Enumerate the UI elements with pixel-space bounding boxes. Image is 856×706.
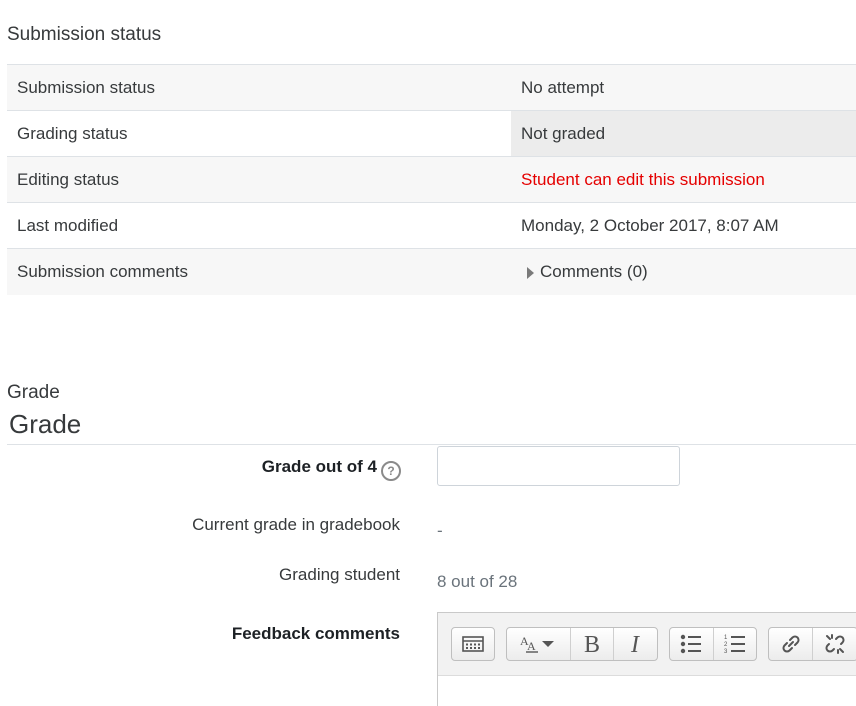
grade-title: Grade <box>9 409 82 439</box>
last-modified-value: Monday, 2 October 2017, 8:07 AM <box>511 202 856 249</box>
link-icon <box>781 635 800 653</box>
submission-comments-label: Submission comments <box>7 248 511 295</box>
grade-input[interactable] <box>437 446 680 486</box>
comments-toggle-link[interactable]: Comments (0) <box>521 262 648 281</box>
table-row: Submission comments Comments (0) <box>7 248 856 295</box>
current-grade-label: Current grade in gradebook <box>192 515 400 534</box>
submission-status-label: Submission status <box>7 64 511 111</box>
svg-text:2: 2 <box>724 642 728 648</box>
submission-status-table: Submission status No attempt Grading sta… <box>7 64 856 295</box>
grade-out-of-label: Grade out of 4 <box>261 457 377 476</box>
grading-student-value: 8 out of 28 <box>437 572 518 591</box>
submission-status-value: No attempt <box>511 64 856 111</box>
font-style-icon: A A <box>520 634 555 653</box>
link-button[interactable] <box>769 628 813 660</box>
grading-status-value: Not graded <box>511 110 856 157</box>
unlink-button[interactable] <box>813 628 856 660</box>
grade-out-of-label-row: Grade out of 4? <box>262 457 401 481</box>
editing-status-value: Student can edit this submission <box>511 156 856 203</box>
toolbar-group <box>451 627 495 661</box>
editing-status-label: Editing status <box>7 156 511 203</box>
last-modified-label: Last modified <box>7 202 511 249</box>
table-row: Grading status Not graded <box>7 110 856 157</box>
toolbar-toggle-icon <box>462 636 484 652</box>
current-grade-value: - <box>437 521 443 540</box>
svg-text:B: B <box>584 632 600 656</box>
unlink-icon <box>824 634 845 654</box>
svg-text:A: A <box>527 639 536 653</box>
submission-comments-cell: Comments (0) <box>511 248 856 295</box>
comments-toggle-label: Comments (0) <box>540 261 648 281</box>
editor-toolbar: A A B I 1 2 3 <box>438 613 856 676</box>
italic-icon: I <box>630 632 640 656</box>
svg-text:I: I <box>630 632 640 656</box>
grading-status-label: Grading status <box>7 110 511 157</box>
feedback-comments-label: Feedback comments <box>231 624 400 643</box>
grade-legend: Grade <box>7 382 60 403</box>
table-row: Submission status No attempt <box>7 64 856 111</box>
italic-button[interactable]: I <box>614 628 657 660</box>
font-style-button[interactable]: A A <box>507 628 571 660</box>
unordered-list-icon <box>681 634 702 654</box>
feedback-editor: A A B I 1 2 3 <box>437 612 856 706</box>
bold-icon: B <box>584 632 600 656</box>
submission-status-heading: Submission status <box>7 24 162 45</box>
svg-text:3: 3 <box>724 649 728 655</box>
grading-student-label: Grading student <box>279 565 400 584</box>
svg-text:1: 1 <box>724 635 728 641</box>
editor-content-area[interactable] <box>438 676 856 706</box>
toolbar-group: A A B I <box>506 627 658 661</box>
bold-button[interactable]: B <box>571 628 615 660</box>
caret-right-icon <box>527 266 534 279</box>
unordered-list-button[interactable] <box>670 628 714 660</box>
table-row: Last modified Monday, 2 October 2017, 8:… <box>7 202 856 249</box>
ordered-list-icon: 1 2 3 <box>724 635 745 655</box>
ordered-list-button[interactable]: 1 2 3 <box>714 628 757 660</box>
table-row: Editing status Student can edit this sub… <box>7 156 856 203</box>
toolbar-group <box>768 627 856 661</box>
toolbar-toggle-button[interactable] <box>452 628 494 660</box>
toolbar-group: 1 2 3 <box>669 627 757 661</box>
divider <box>7 444 856 445</box>
page: Submission status Submission status No a… <box>0 0 856 706</box>
help-icon[interactable]: ? <box>381 461 401 481</box>
